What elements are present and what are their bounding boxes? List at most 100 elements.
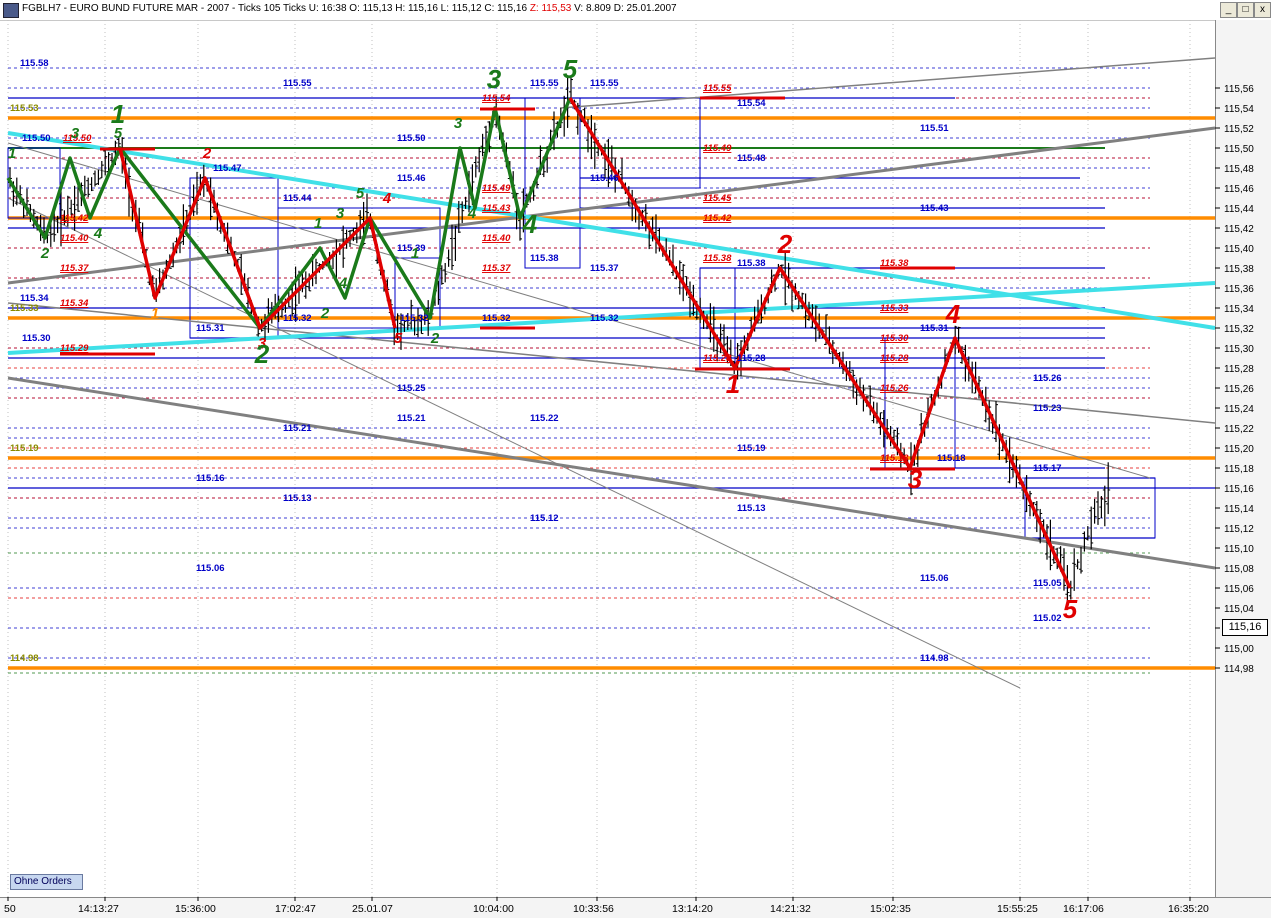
- level-label: 115.49: [482, 183, 511, 194]
- level-label: 115.21: [397, 413, 426, 424]
- wave-label: 5: [394, 330, 403, 347]
- close-button[interactable]: x: [1254, 2, 1271, 18]
- price-axis-label: 115,52: [1224, 124, 1254, 135]
- level-label: 115.55: [703, 83, 732, 94]
- price-axis-label: 115,00: [1224, 644, 1254, 655]
- time-axis-label: 14:13:27: [78, 903, 119, 915]
- time-axis-label: 15:55:25: [997, 903, 1038, 915]
- ohne-orders-button[interactable]: Ohne Orders: [10, 874, 83, 890]
- level-label: 115.26: [880, 383, 909, 394]
- level-label: 115.37: [60, 263, 89, 274]
- time-axis-label: 17:02:47: [275, 903, 316, 915]
- wave-label: 3: [336, 205, 345, 222]
- wave-label: 1: [111, 99, 125, 129]
- time-axis-label: 10:33:56: [573, 903, 614, 915]
- price-axis-label: 115,20: [1224, 444, 1254, 455]
- price-axis-label: 115,04: [1224, 604, 1254, 615]
- level-label: 115.50: [22, 133, 51, 144]
- level-label: 115.16: [196, 473, 225, 484]
- price-axis-label: 115,24: [1224, 404, 1254, 415]
- price-axis-label: 115,38: [1224, 264, 1254, 275]
- level-label: 115.53: [10, 103, 39, 114]
- wave-label: 4: [338, 275, 348, 292]
- price-axis-label: 115,16: [1224, 484, 1254, 495]
- wave-label: 2: [777, 229, 793, 259]
- level-label: 115.31: [196, 323, 225, 334]
- wave-label: 4: [467, 205, 477, 222]
- wave-label: 2: [40, 245, 50, 262]
- level-label: 115.06: [196, 563, 225, 574]
- wave-label: 3: [71, 125, 80, 142]
- wave-label: 2: [202, 145, 212, 162]
- wave-label: 4: [945, 299, 961, 329]
- price-axis-label: 115,14: [1224, 504, 1254, 515]
- level-label: 115.19: [737, 443, 766, 454]
- level-label: 115.46: [590, 173, 619, 184]
- level-label: 115.37: [590, 263, 619, 274]
- time-axis-label: 13:14:20: [672, 903, 713, 915]
- level-label: 115.28: [737, 353, 766, 364]
- time-axis-label: 25.01.07: [352, 903, 393, 915]
- level-label: 115.06: [920, 573, 949, 584]
- gray-trendline: [559, 57, 1216, 109]
- minimize-button[interactable]: _: [1220, 2, 1237, 18]
- wave-label: 1: [314, 215, 322, 232]
- price-axis-label: 115,10: [1224, 544, 1254, 555]
- wave-label: 5: [356, 185, 365, 202]
- level-label: 115.13: [737, 503, 766, 514]
- time-axis-label: 16:17:06: [1063, 903, 1104, 915]
- price-chart[interactable]: 115.58115.55115.53115.50 115.50 115.50115.…: [0, 20, 1271, 917]
- wave-label: 2: [430, 330, 440, 347]
- level-label: 115.13: [283, 493, 312, 504]
- price-axis-label: 115,42: [1224, 224, 1254, 235]
- level-label: 115.44: [283, 193, 312, 204]
- level-label: 115.34: [60, 298, 89, 309]
- level-label: 115.23: [1033, 403, 1062, 414]
- wave-label: 1: [151, 305, 159, 322]
- level-label: 115.38: [703, 253, 732, 264]
- level-label: 115.46: [397, 173, 426, 184]
- level-label: 115.18: [937, 453, 966, 464]
- level-label: 115.30: [22, 333, 51, 344]
- level-label: 115.32: [590, 313, 619, 324]
- level-label: 115.38: [737, 258, 766, 269]
- price-axis-label: 115,06: [1224, 584, 1254, 595]
- wave-label: 4: [93, 225, 103, 242]
- level-label: 115.32: [283, 313, 312, 324]
- level-label: 115.55: [590, 78, 619, 89]
- level-label: 115.37: [482, 263, 511, 274]
- level-label: 115.48: [737, 153, 766, 164]
- price-axis-label: 114,98: [1224, 664, 1254, 675]
- window-titlebar: FGBLH7 - EURO BUND FUTURE MAR - 2007 - T…: [0, 0, 1271, 21]
- price-axis-label: 115,30: [1224, 344, 1254, 355]
- level-label: 115.38: [530, 253, 559, 264]
- wave-label: 2: [320, 305, 330, 322]
- wave-label: 5: [563, 54, 578, 84]
- level-label: 115.28: [880, 353, 909, 364]
- window-title: FGBLH7 - EURO BUND FUTURE MAR - 2007 - T…: [22, 3, 677, 14]
- level-label: 115.12: [530, 513, 559, 524]
- title-z-value: Z: 115,53: [529, 3, 572, 14]
- price-axis-label: 115,12: [1224, 524, 1254, 535]
- level-label: 115.30: [880, 333, 909, 344]
- level-label: 115.42: [60, 213, 89, 224]
- level-label: 115.33: [880, 303, 909, 314]
- wave-label: 3: [454, 115, 463, 132]
- price-axis-label: 115,50: [1224, 144, 1254, 155]
- price-axis-label: 115,54: [1224, 104, 1254, 115]
- level-label: 115.21: [283, 423, 312, 434]
- level-label: 115.49: [703, 143, 732, 154]
- level-label: 115.17: [1033, 463, 1062, 474]
- wave-label: 1: [8, 145, 16, 162]
- level-label: 115.25: [397, 383, 426, 394]
- last-price-badge: 115,16: [1222, 619, 1268, 636]
- level-label: 115.29: [60, 343, 89, 354]
- level-label: 115.42: [703, 213, 732, 224]
- price-axis-label: 115,18: [1224, 464, 1254, 475]
- price-axis-label: 115,28: [1224, 364, 1254, 375]
- maximize-button[interactable]: □: [1237, 2, 1254, 18]
- level-label: 114.98: [10, 653, 39, 664]
- time-axis-label: 50: [4, 903, 16, 915]
- level-label: 115.47: [213, 163, 242, 174]
- time-axis-label: 14:21:32: [770, 903, 811, 915]
